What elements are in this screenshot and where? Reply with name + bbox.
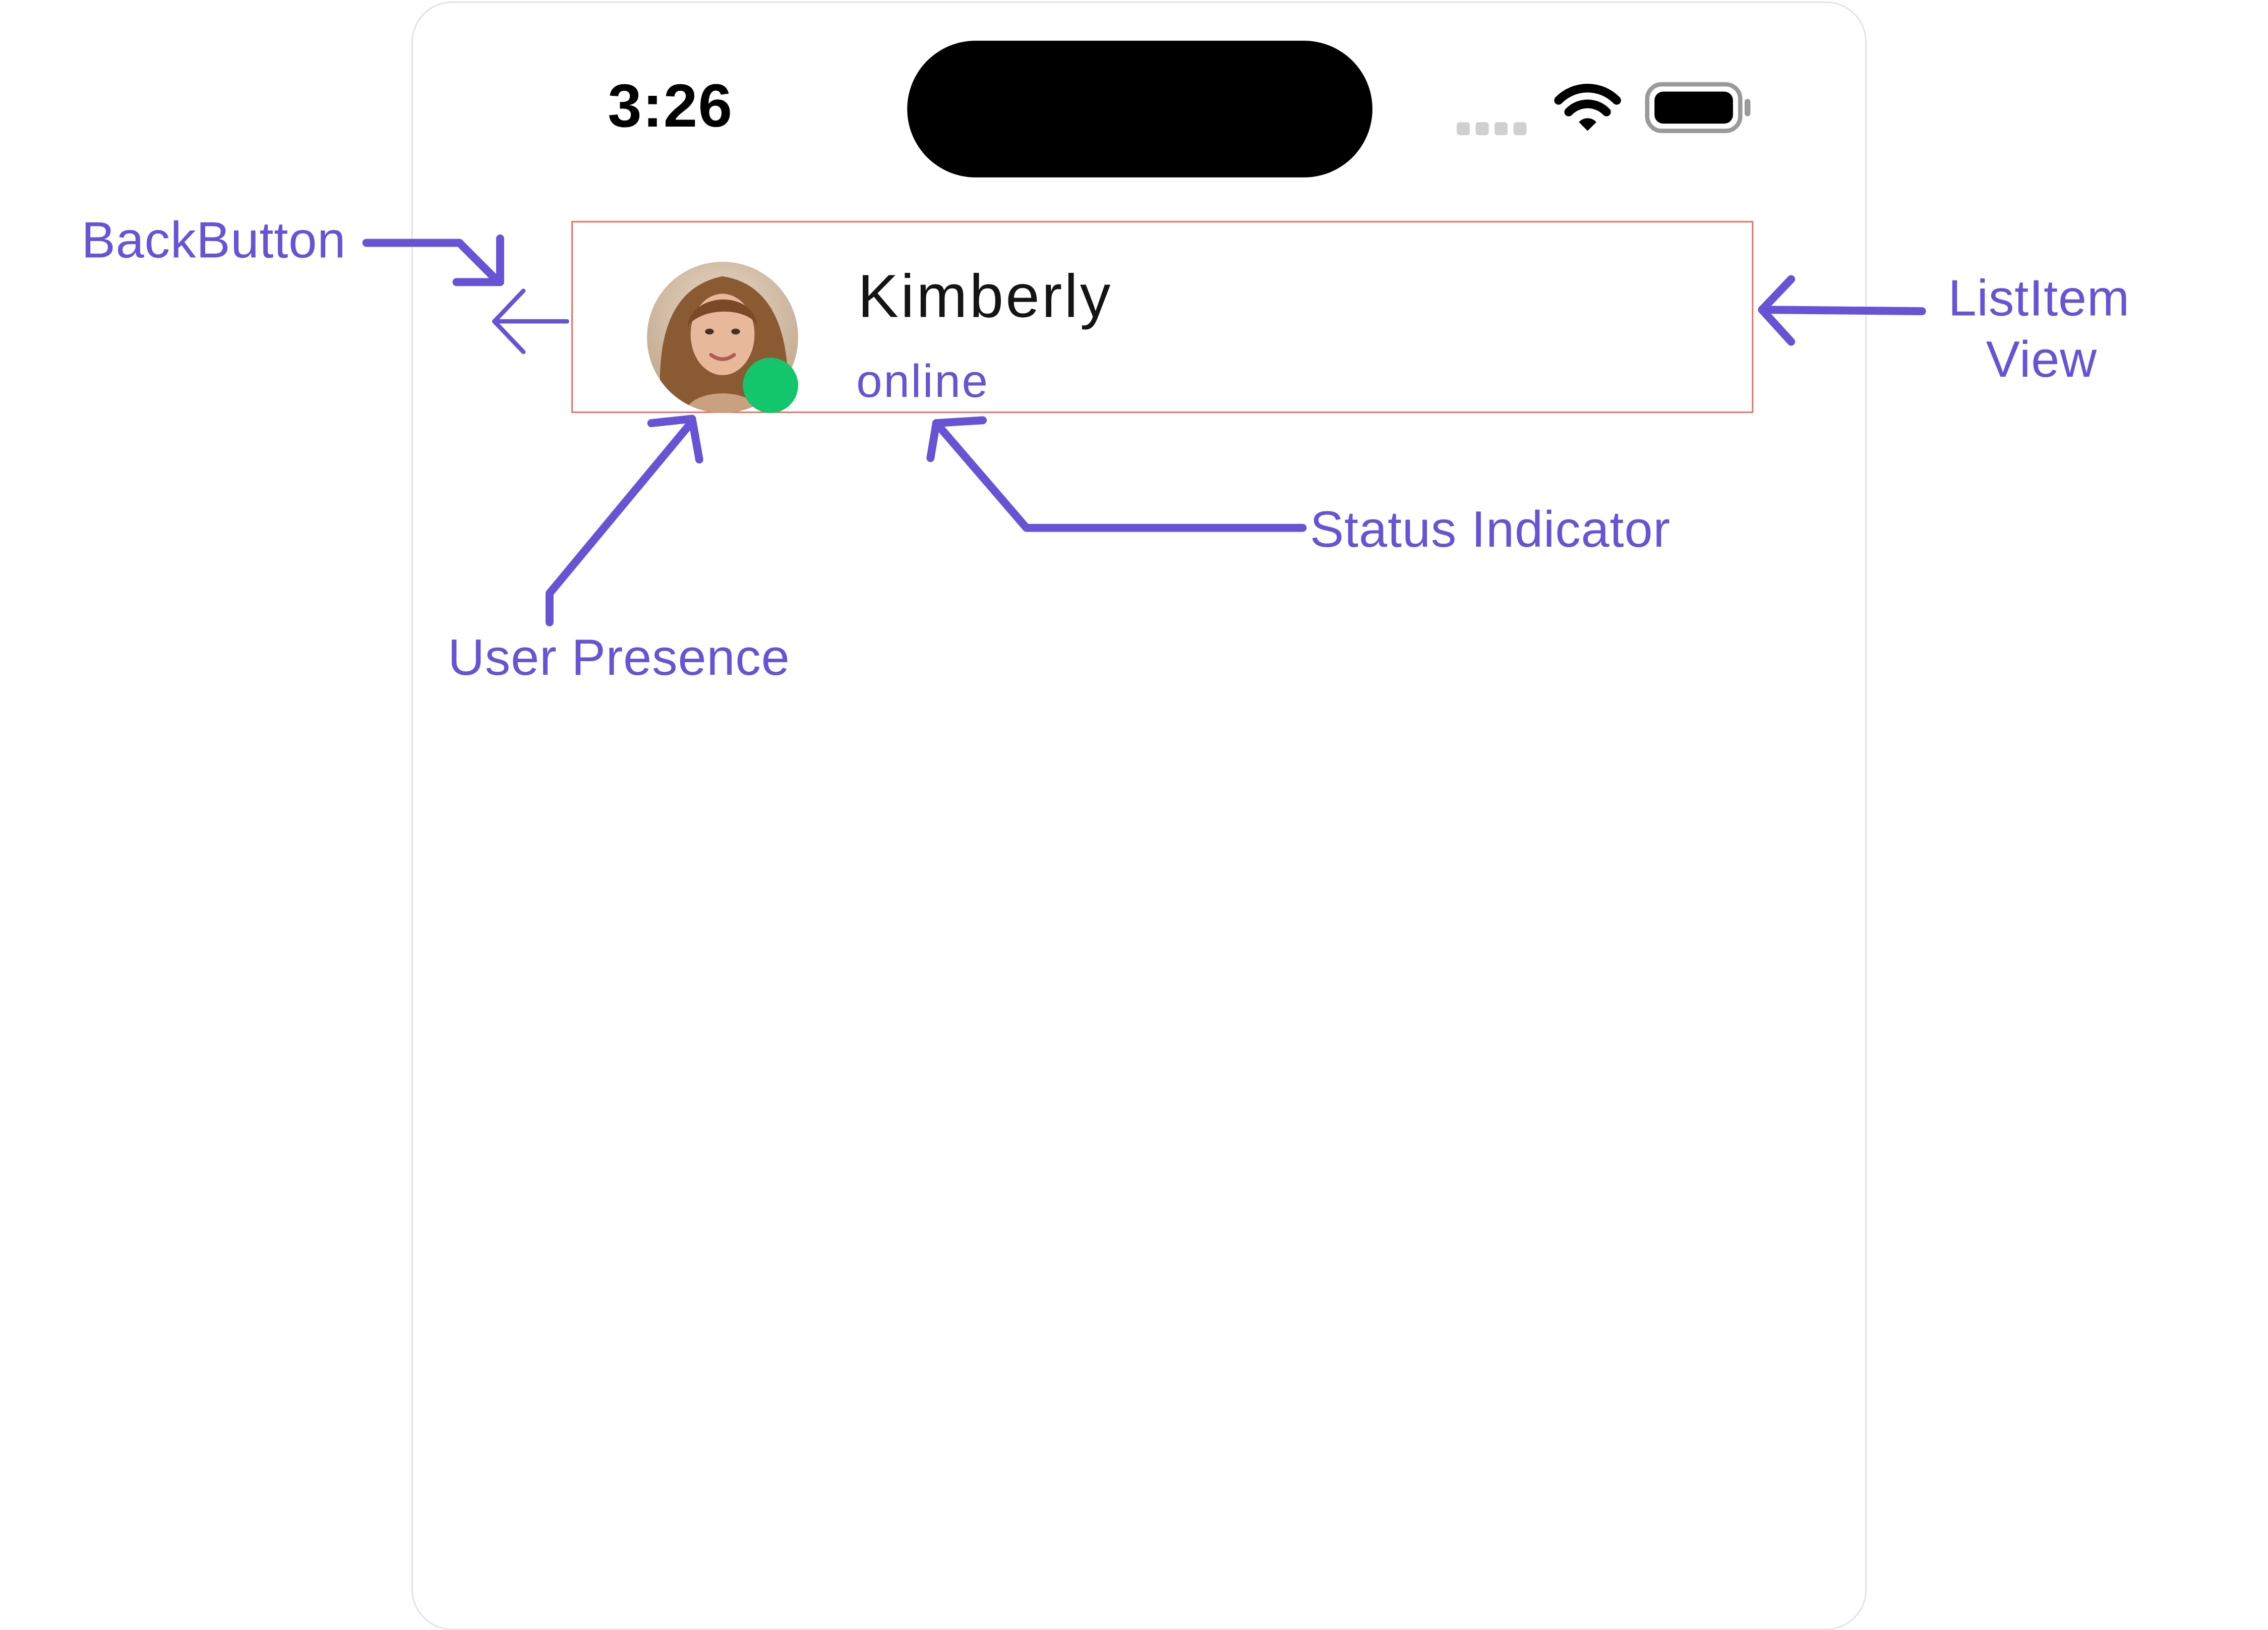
cellular-signal-icon: [1457, 117, 1532, 136]
user-status: online: [856, 355, 989, 407]
wifi-icon: [1554, 84, 1621, 131]
user-name: Kimberly: [858, 261, 1113, 330]
annotation-list-item: ListItem: [1948, 270, 2130, 327]
annotation-list-item-view: View: [1986, 331, 2098, 388]
annotation-status-indicator: Status Indicator: [1309, 501, 1670, 559]
back-button[interactable]: [480, 276, 581, 370]
dynamic-island: [907, 40, 1372, 178]
arrow-left-icon: [492, 288, 569, 355]
status-bar-time: 3:26: [608, 71, 733, 140]
annotation-user-presence: User Presence: [448, 629, 790, 686]
battery-icon: [1645, 82, 1751, 133]
presence-indicator: [743, 358, 798, 413]
annotation-back-button: BackButton: [81, 212, 346, 269]
